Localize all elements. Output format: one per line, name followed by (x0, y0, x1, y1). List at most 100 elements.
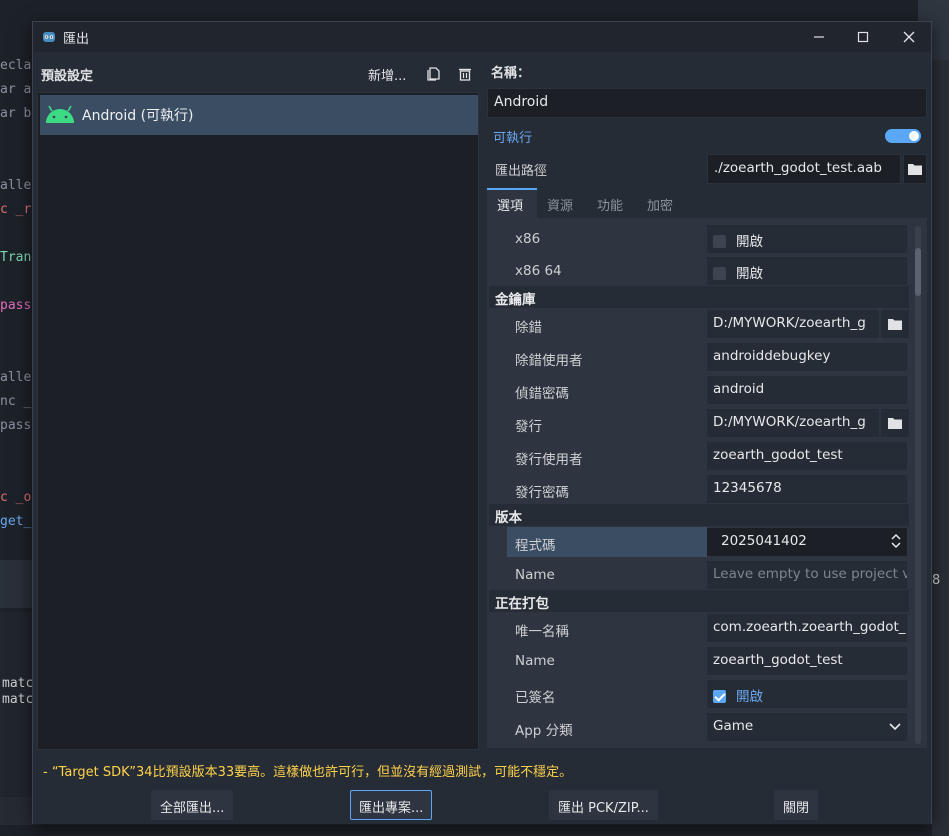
code-fragment: Tran (0, 250, 32, 265)
option-release-user: 發行使用者 zoearth_godot_test (493, 441, 909, 471)
close-icon (903, 31, 915, 43)
preset-item-android[interactable]: Android (可執行) (40, 95, 478, 135)
option-label: 發行密碼 (515, 485, 569, 501)
preset-detail-panel: 名稱： Android 可執行 匯出路徑 ./zoearth_godot_tes… (487, 52, 931, 752)
runnable-toggle[interactable] (885, 129, 921, 143)
close-button[interactable]: 關閉 (774, 790, 819, 820)
option-label: 除錯使用者 (515, 353, 583, 369)
option-label: 除錯 (515, 320, 542, 336)
option-label: x86 (515, 231, 541, 247)
code-fragment: pass (0, 298, 32, 313)
section-packaging[interactable]: 正在打包 (489, 590, 909, 612)
options-scrollbar[interactable] (915, 226, 921, 744)
option-version-code: 程式碼 2025041402 (493, 527, 909, 557)
minimize-button[interactable] (807, 26, 831, 48)
option-label: App 分類 (515, 723, 573, 739)
debug-keystore-browse-button[interactable] (881, 310, 909, 338)
option-app-category: App 分類 Game (493, 712, 909, 742)
options-inspector: x86 開啟 x86 64 開啟 金鑰庫 除錯 D:/MYWORK/zoeart… (487, 218, 927, 748)
option-label: 發行 (515, 419, 542, 435)
app-category-select[interactable]: Game (707, 713, 907, 741)
android-icon (46, 105, 74, 123)
folder-icon (888, 319, 902, 330)
tab-features[interactable]: 功能 (587, 188, 633, 218)
debug-password-input[interactable]: android (707, 376, 907, 404)
x86-checkbox[interactable]: 開啟 (707, 225, 907, 253)
presets-header: 預設設定 新增... (41, 62, 479, 86)
options-scrollbar-thumb[interactable] (915, 248, 921, 296)
signed-checkbox[interactable]: 開啟 (707, 680, 907, 708)
code-fragment: get_ (0, 514, 32, 529)
version-code-value: 2025041402 (721, 533, 807, 549)
export-project-button[interactable]: 匯出專案... (350, 790, 433, 820)
unique-name-input[interactable]: com.zoearth.zoearth_godot_ (707, 614, 907, 642)
name-input[interactable]: Android (487, 88, 927, 118)
option-x86-64: x86 64 開啟 (493, 256, 909, 286)
release-password-input[interactable]: 12345678 (707, 475, 907, 503)
release-keystore-browse-button[interactable] (881, 409, 909, 437)
dialog-title: 匯出 (63, 31, 90, 47)
name-label: 名稱： (491, 66, 531, 81)
export-path-label: 匯出路徑 (495, 164, 548, 179)
x86-64-checkbox[interactable]: 開啟 (707, 257, 907, 285)
option-x86: x86 開啟 (493, 224, 909, 254)
release-user-input[interactable]: zoearth_godot_test (707, 442, 907, 470)
detail-tabs: 選項 資源 功能 加密 (487, 188, 927, 218)
export-path-browse-button[interactable] (903, 154, 927, 184)
option-release-keystore: 發行 D:/MYWORK/zoearth_g (493, 408, 909, 438)
presets-title: 預設設定 (41, 68, 94, 84)
version-name-input[interactable]: Leave empty to use project v (707, 561, 907, 589)
export-path-input[interactable]: ./zoearth_godot_test.aab (707, 154, 901, 184)
preset-label: Android (可執行) (82, 108, 194, 124)
debug-user-input[interactable]: androiddebugkey (707, 343, 907, 371)
option-label: 程式碼 (515, 538, 556, 554)
section-version[interactable]: 版本 (489, 504, 909, 526)
chevron-down-icon (889, 723, 901, 731)
checkbox-label: 開啟 (736, 234, 763, 250)
checkbox-icon (713, 267, 726, 280)
export-all-button[interactable]: 全部匯出... (151, 790, 234, 820)
tab-encryption[interactable]: 加密 (637, 188, 683, 218)
option-signed: 已簽名 開啟 (493, 679, 909, 709)
option-label: 發行使用者 (515, 452, 583, 468)
dialog-body: 預設設定 新增... Android (可執行) 名稱： Android 可執行… (33, 52, 931, 824)
option-label: 偵錯密碼 (515, 386, 569, 402)
option-unique-name: 唯一名稱 com.zoearth.zoearth_godot_ (493, 613, 909, 643)
code-fragment: ar b (0, 106, 32, 121)
option-debug-keystore: 除錯 D:/MYWORK/zoearth_g (493, 309, 909, 339)
runnable-label: 可執行 (493, 131, 533, 146)
export-dialog: 匯出 預設設定 新增... Android (可執行) 名稱： Android … (32, 21, 932, 824)
presets-list: Android (可執行) (37, 92, 479, 750)
background-number: 8 (932, 573, 941, 588)
checkbox-icon (713, 235, 726, 248)
maximize-button[interactable] (851, 26, 875, 48)
checkbox-checked-icon (713, 690, 726, 703)
dialog-titlebar[interactable]: 匯出 (33, 22, 931, 52)
delete-icon[interactable] (457, 66, 473, 82)
section-keystore[interactable]: 金鑰庫 (489, 286, 909, 308)
option-release-password: 發行密碼 12345678 (493, 474, 909, 504)
code-fragment: matc (2, 676, 34, 691)
duplicate-icon[interactable] (425, 66, 441, 82)
folder-icon (888, 418, 902, 429)
code-fragment: alle (0, 370, 32, 385)
debug-keystore-input[interactable]: D:/MYWORK/zoearth_g (707, 310, 879, 338)
add-preset-button[interactable]: 新增... (368, 65, 406, 84)
option-label: Name (515, 567, 555, 583)
code-fragment: alle (0, 178, 32, 193)
maximize-icon (857, 31, 869, 43)
spin-arrows-icon[interactable] (891, 533, 901, 549)
tab-resources[interactable]: 資源 (537, 188, 583, 218)
version-code-spinbox[interactable]: 2025041402 (707, 528, 907, 556)
background-right-panel (932, 0, 949, 836)
package-name-input[interactable]: zoearth_godot_test (707, 647, 907, 675)
release-keystore-input[interactable]: D:/MYWORK/zoearth_g (707, 409, 879, 437)
option-label: 唯一名稱 (515, 624, 569, 640)
option-package-name: Name zoearth_godot_test (493, 646, 909, 676)
close-window-button[interactable] (897, 26, 921, 48)
minimize-icon (814, 36, 824, 38)
option-label: x86 64 (515, 263, 562, 279)
tab-options[interactable]: 選項 (487, 188, 537, 218)
export-pck-zip-button[interactable]: 匯出 PCK/ZIP... (549, 790, 658, 820)
code-fragment: pass (0, 418, 32, 433)
